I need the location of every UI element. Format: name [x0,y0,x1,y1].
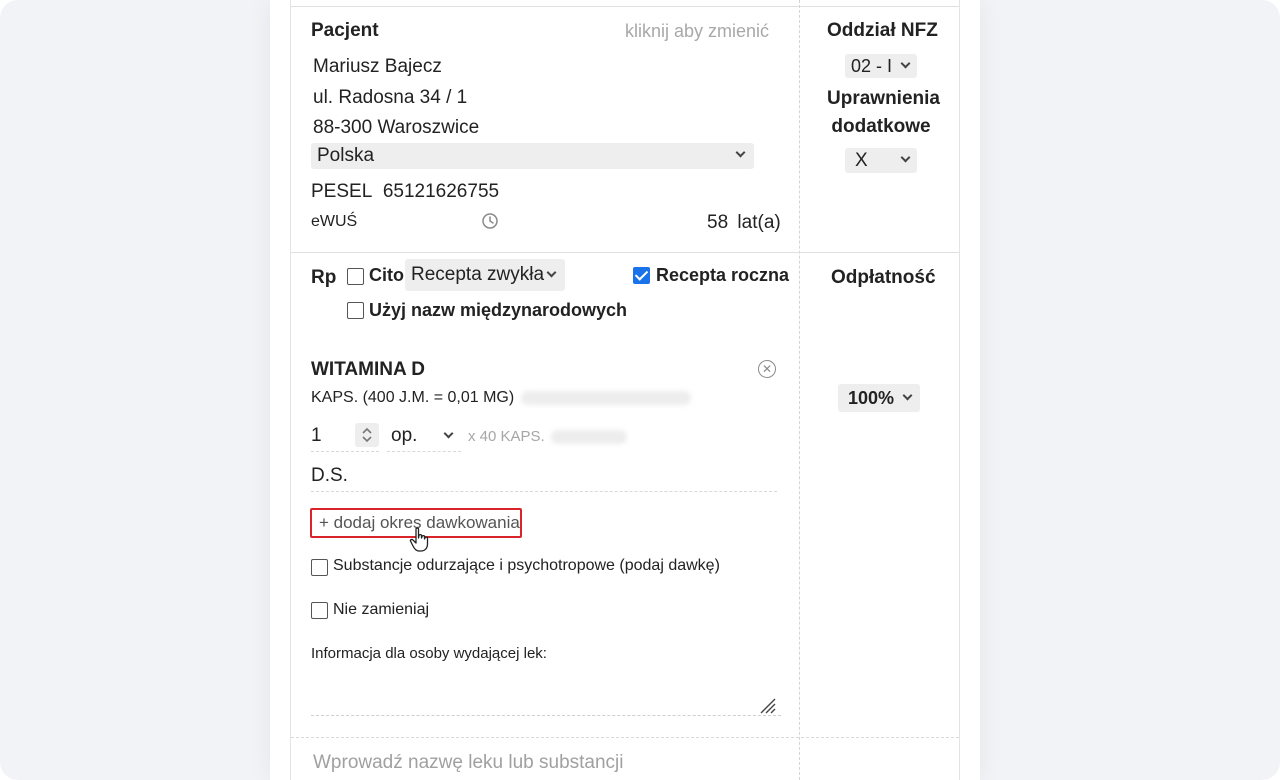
prescription-type-value: Recepta zwykła [411,264,545,285]
annual-prescription-checkbox[interactable] [633,267,650,284]
drug-payment-value: 100% [848,387,895,408]
country-select[interactable]: Polska [311,143,754,169]
permissions-select[interactable]: X [845,148,917,173]
dispenser-info-label: Informacja dla osoby wydającej lek: [311,645,547,662]
unit-value: op. [391,425,418,446]
permissions-heading-line2: dodatkowe [831,116,931,137]
age-value: 58 [707,212,729,233]
narcotics-checkbox[interactable] [311,559,328,576]
intl-names-checkbox[interactable] [347,302,364,319]
rp-label: Rp [311,267,337,288]
ewus-label: eWUŚ [311,213,358,230]
age-display: 58 lat(a) [707,212,781,234]
pesel-row: PESEL 65121626755 [311,181,499,203]
patient-street: ul. Radosna 34 / 1 [313,87,468,108]
nfz-branch-value: 02 - I [851,55,893,76]
permissions-heading-line1: Uprawnienia [827,88,940,109]
unit-underline [387,451,461,452]
prescription-form: Pacjent kliknij aby zmienić Mariusz Baje… [290,0,960,780]
screen-frame: Pacjent kliknij aby zmienić Mariusz Baje… [0,0,1280,780]
drug-divider [291,737,959,738]
ds-label: D.S. [311,465,348,486]
blurred-package-detail [551,430,627,444]
chevron-down-icon [900,58,911,69]
cito-label: Cito [369,265,404,285]
drug-payment-select[interactable]: 100% [838,384,920,412]
patient-city: 88-300 Waroszwice [313,117,480,138]
remove-drug-icon[interactable]: ✕ [758,360,776,378]
quantity-value: 1 [311,425,322,446]
chevron-down-icon [900,152,911,163]
no-substitute-label: Nie zamieniaj [333,601,430,618]
nfz-branch-select[interactable]: 02 - I [845,54,917,78]
drug-name: WITAMINA D [311,359,425,380]
section-divider [291,252,959,253]
intl-names-label: Użyj nazw międzynarodowych [369,300,628,320]
blurred-drug-detail [521,391,691,405]
permissions-value: X [855,149,868,171]
pesel-value: 65121626755 [382,181,500,202]
prescription-type-select[interactable]: Recepta zwykła [405,259,565,291]
patient-name: Mariusz Bajecz [313,56,442,77]
resize-handle-icon[interactable] [759,697,777,715]
drug-form: KAPS. (400 J.M. = 0,01 MG) [311,389,515,406]
change-patient-link[interactable]: kliknij aby zmienić [625,21,769,42]
column-divider [799,0,800,780]
age-unit: lat(a) [737,212,781,233]
patient-heading: Pacjent [311,20,379,41]
quantity-stepper[interactable] [355,423,379,447]
cito-checkbox[interactable] [347,268,364,285]
quantity-underline [311,451,379,452]
chevron-down-icon [546,267,557,278]
chevron-down-icon [902,390,913,401]
country-value: Polska [317,145,375,166]
dispenser-info-textarea[interactable] [311,668,781,716]
ds-underline [311,491,777,492]
package-size: x 40 KAPS. [468,428,545,445]
hand-pointer-icon [409,527,429,552]
stepper-arrows-icon [362,427,372,443]
unit-chevron-down-icon[interactable] [443,428,454,439]
prescription-sheet: Pacjent kliknij aby zmienić Mariusz Baje… [270,0,980,780]
no-substitute-checkbox[interactable] [311,602,328,619]
annual-prescription-label: Recepta roczna [656,265,790,285]
narcotics-label: Substancje odurzające i psychotropowe (p… [333,557,720,574]
pesel-label: PESEL [311,181,372,202]
chevron-down-icon [735,147,746,158]
nfz-heading: Oddział NFZ [827,20,938,41]
drug-search-input[interactable]: Wprowadź nazwę leku lub substancji [313,752,624,774]
clock-icon[interactable] [481,212,499,230]
top-border [291,6,959,7]
payment-heading: Odpłatność [831,267,936,288]
